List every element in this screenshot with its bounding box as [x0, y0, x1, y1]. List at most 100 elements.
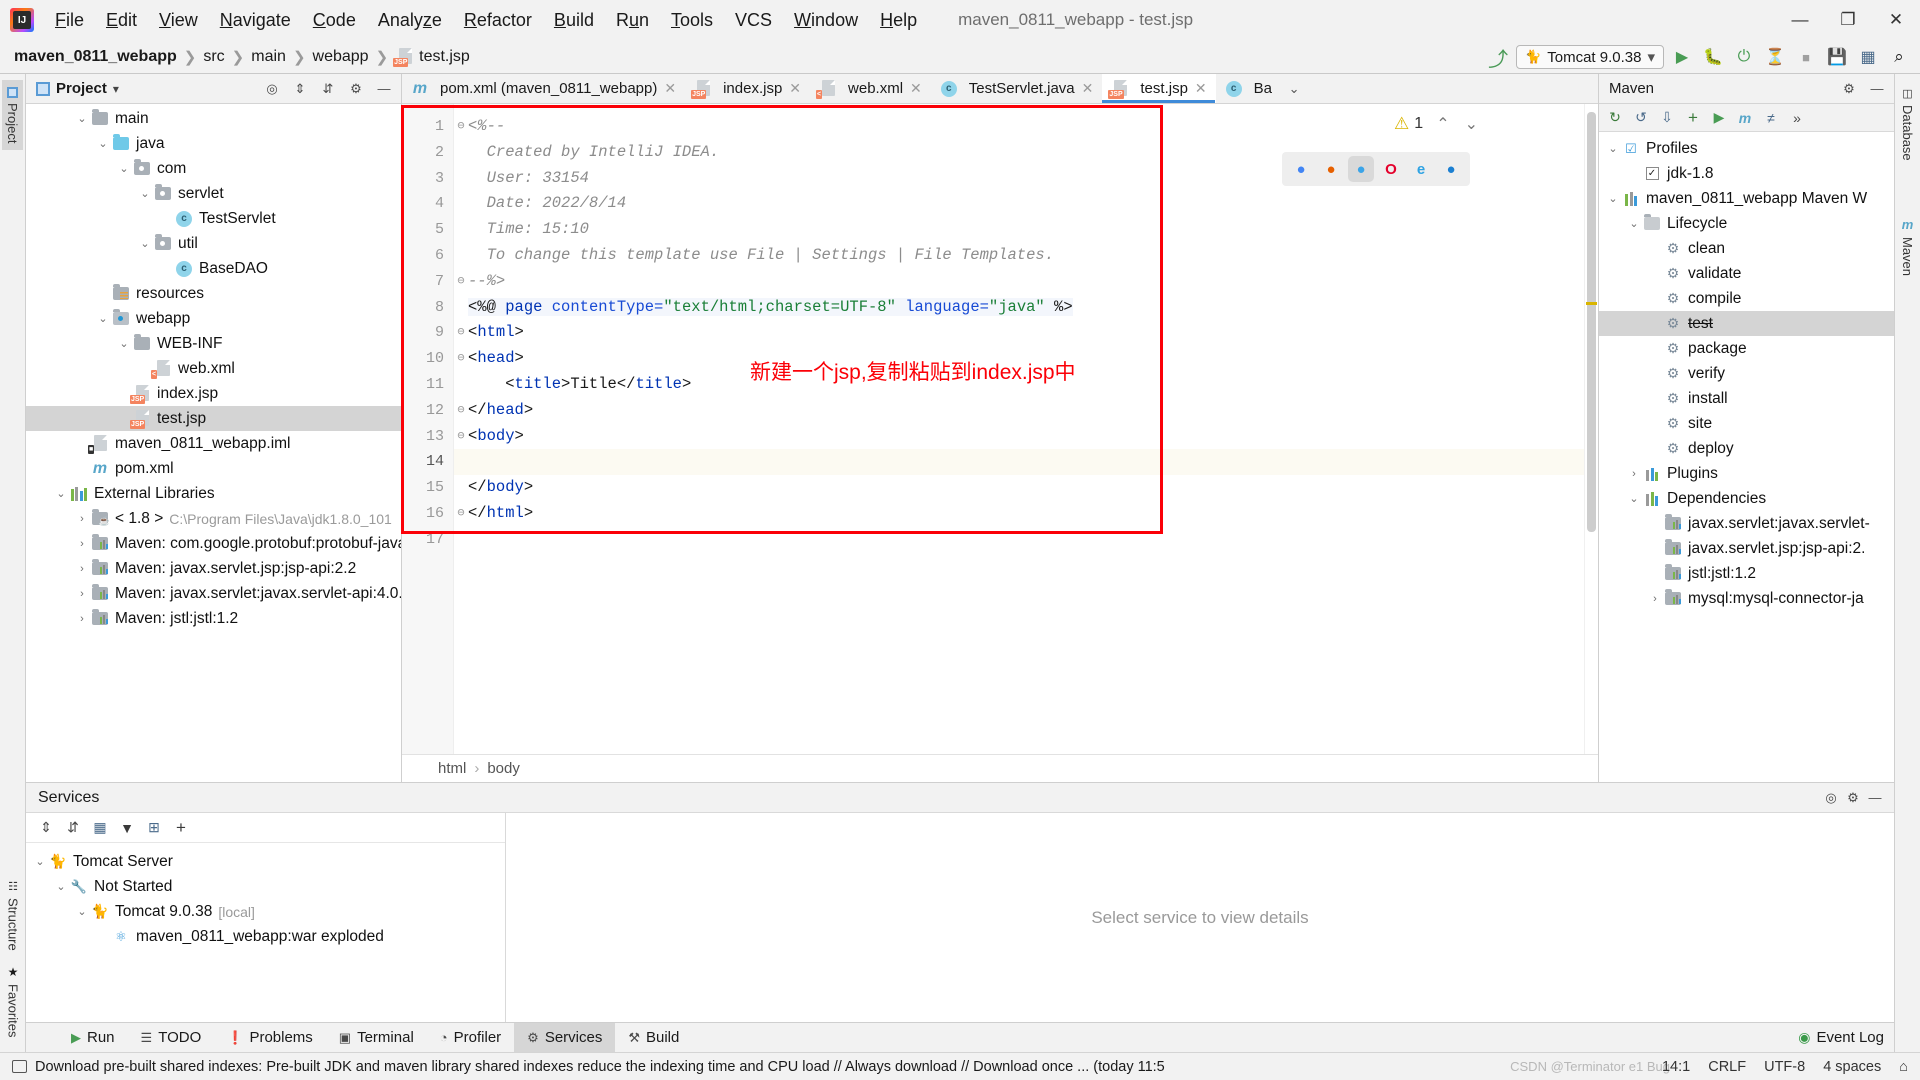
tree-row[interactable]: ⚙deploy	[1599, 436, 1894, 461]
editor-tab[interactable]: JSPtest.jsp✕	[1102, 74, 1215, 103]
chevron-down-icon[interactable]: ⌄	[116, 337, 132, 350]
menu-build[interactable]: Build	[543, 7, 605, 34]
tree-row[interactable]: ⚛maven_0811_webapp:war exploded	[26, 924, 505, 949]
tree-row[interactable]: ⌄maven_0811_webapp Maven W	[1599, 186, 1894, 211]
menu-code[interactable]: Code	[302, 7, 367, 34]
tool-tab-build[interactable]: ⚒Build	[615, 1023, 692, 1053]
editor-tab[interactable]: cTestServlet.java✕	[931, 74, 1103, 103]
editor-tab[interactable]: cBa	[1216, 74, 1281, 103]
tree-row[interactable]: ›mysql:mysql-connector-ja	[1599, 586, 1894, 611]
run-button[interactable]: ▶	[1669, 44, 1695, 70]
settings-icon[interactable]: ⚙	[1842, 787, 1864, 809]
tree-row[interactable]: javax.servlet:javax.servlet-	[1599, 511, 1894, 536]
chevron-down-icon[interactable]: ⌄	[53, 880, 69, 893]
chevron-down-icon[interactable]: ⌄	[1626, 492, 1642, 505]
chevron-right-icon[interactable]: ›	[1626, 468, 1642, 480]
chevron-down-icon[interactable]: ⌄	[1605, 192, 1621, 205]
chevron-down-icon[interactable]: ⌄	[53, 487, 69, 500]
tree-row[interactable]: jstl:jstl:1.2	[1599, 561, 1894, 586]
expand-all-icon[interactable]: ⇕	[289, 78, 311, 100]
settings-icon[interactable]: ⚙	[345, 78, 367, 100]
close-tab-icon[interactable]: ✕	[664, 80, 676, 97]
tree-row[interactable]: cTestServlet	[26, 206, 401, 231]
tree-row[interactable]: ⌄🐈Tomcat 9.0.38[local]	[26, 899, 505, 924]
maven-m-icon[interactable]: m	[1733, 106, 1757, 130]
code-line[interactable]: ⊖</head>	[454, 398, 1584, 424]
menu-window[interactable]: Window	[783, 7, 869, 34]
chevron-right-icon[interactable]: ›	[74, 613, 90, 625]
code-line[interactable]: ⊖</html>	[454, 501, 1584, 527]
ie-icon[interactable]: e	[1408, 156, 1434, 182]
chevron-down-icon[interactable]: ⌄	[95, 312, 111, 325]
warning-marker[interactable]	[1586, 302, 1597, 305]
tree-row[interactable]: mpom.xml	[26, 456, 401, 481]
locate-icon[interactable]: ◎	[1820, 787, 1842, 809]
tree-row[interactable]: ⌄🔧Not Started	[26, 874, 505, 899]
scrollbar-thumb[interactable]	[1587, 112, 1596, 532]
settings-icon[interactable]: ⚙	[1838, 78, 1860, 100]
code-fold-icon[interactable]: ⊖	[454, 346, 468, 372]
sidebar-item-structure[interactable]: ☷ Structure	[3, 873, 24, 958]
tree-row[interactable]: ›Maven: jstl:jstl:1.2	[26, 606, 401, 631]
tree-row[interactable]: ⌄java	[26, 131, 401, 156]
tab-overflow-chevron-down-icon[interactable]: ⌄	[1281, 74, 1307, 103]
chevron-right-icon[interactable]: ›	[74, 513, 90, 525]
download-sources-icon[interactable]: ⇩	[1655, 106, 1679, 130]
minimize-button[interactable]: —	[1776, 0, 1824, 40]
menu-run[interactable]: Run	[605, 7, 660, 34]
tree-row[interactable]: <web.xml	[26, 356, 401, 381]
breadcrumb-project[interactable]: maven_0811_webapp	[14, 48, 177, 66]
tree-row[interactable]: ⌄🐈Tomcat Server	[26, 849, 505, 874]
tool-tab-run[interactable]: ▶Run	[58, 1023, 128, 1053]
chevron-down-icon[interactable]: ⌄	[74, 112, 90, 125]
lock-icon[interactable]: ⌂	[1899, 1059, 1908, 1075]
tree-row[interactable]: ✓jdk-1.8	[1599, 161, 1894, 186]
code-editor[interactable]: 1234567891011121314151617 ⊖<%-- Created …	[402, 104, 1598, 754]
profile-checkbox[interactable]: ✓	[1642, 167, 1662, 180]
tree-row[interactable]: ⌄util	[26, 231, 401, 256]
tree-row[interactable]: ⌄com	[26, 156, 401, 181]
run-configuration-selector[interactable]: 🐈 Tomcat 9.0.38 ▾	[1516, 45, 1664, 69]
filter-icon[interactable]: ▼	[115, 816, 139, 840]
services-tree[interactable]: ⌄🐈Tomcat Server⌄🔧Not Started⌄🐈Tomcat 9.0…	[26, 843, 505, 1022]
menu-vcs[interactable]: VCS	[724, 7, 783, 34]
expand-all-icon[interactable]: ⇕	[34, 816, 58, 840]
tree-row[interactable]: ⌄Lifecycle	[1599, 211, 1894, 236]
code-line[interactable]: Date: 2022/8/14	[454, 191, 1584, 217]
file-encoding[interactable]: UTF-8	[1764, 1059, 1805, 1075]
tree-row[interactable]: ⌄WEB-INF	[26, 331, 401, 356]
tree-row[interactable]: ⌄servlet	[26, 181, 401, 206]
chevron-down-icon[interactable]: ⌄	[95, 137, 111, 150]
profile-button[interactable]: ⏳	[1762, 44, 1788, 70]
run-with-coverage-button[interactable]: ⏻	[1731, 44, 1757, 70]
menu-tools[interactable]: Tools	[660, 7, 724, 34]
group-icon[interactable]: ▦	[88, 816, 112, 840]
tree-row[interactable]: ⚙validate	[1599, 261, 1894, 286]
tree-row[interactable]: ›Maven: javax.servlet.jsp:jsp-api:2.2	[26, 556, 401, 581]
update-app-icon[interactable]: 💾	[1824, 44, 1850, 70]
hide-icon[interactable]: —	[1864, 787, 1886, 809]
code-line[interactable]	[454, 527, 1584, 553]
chrome-icon[interactable]: ●	[1288, 156, 1314, 182]
breadcrumb-body[interactable]: body	[487, 760, 520, 777]
menu-file[interactable]: File	[44, 7, 95, 34]
more-icon[interactable]: »	[1785, 106, 1809, 130]
chevron-down-icon[interactable]: ⌄	[1626, 217, 1642, 230]
code-fold-icon[interactable]: ⊖	[454, 398, 468, 424]
code-line[interactable]: </body>	[454, 475, 1584, 501]
firefox-icon[interactable]: ●	[1318, 156, 1344, 182]
browser-launch-bar[interactable]: ●●●Oe●	[1282, 152, 1470, 186]
code-fold-icon[interactable]: ⊖	[454, 424, 468, 450]
hide-icon[interactable]: —	[1866, 78, 1888, 100]
skip-tests-icon[interactable]: ≠	[1759, 106, 1783, 130]
project-tree[interactable]: ⌄main⌄java⌄com⌄servletcTestServlet⌄utilc…	[26, 104, 401, 782]
close-button[interactable]: ✕	[1872, 0, 1920, 40]
status-message[interactable]: Download pre-built shared indexes: Pre-b…	[35, 1059, 1165, 1075]
line-separator[interactable]: CRLF	[1708, 1059, 1746, 1075]
chevron-down-icon[interactable]: ⌄	[32, 855, 48, 868]
code-line[interactable]: Time: 15:10	[454, 217, 1584, 243]
menu-help[interactable]: Help	[869, 7, 928, 34]
stop-button[interactable]: ■	[1793, 44, 1819, 70]
hide-icon[interactable]: —	[373, 78, 395, 100]
tree-row[interactable]: ⚙package	[1599, 336, 1894, 361]
